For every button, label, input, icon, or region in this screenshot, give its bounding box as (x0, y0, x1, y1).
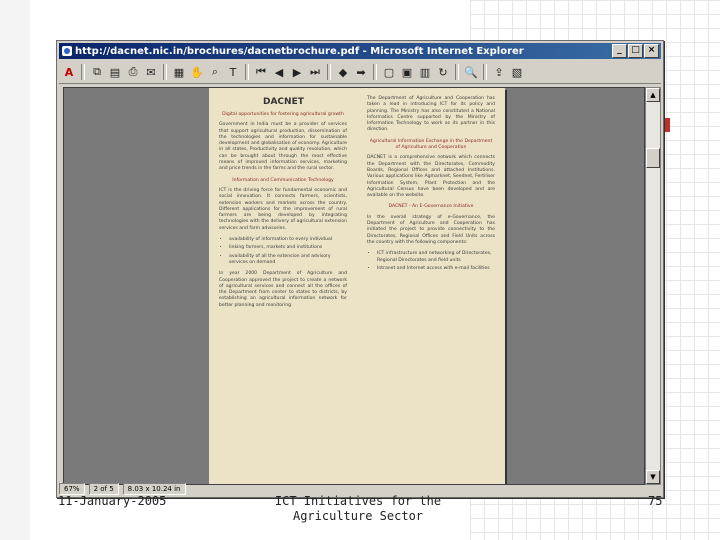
scroll-down-icon[interactable]: ▼ (646, 470, 660, 484)
pdf-page: DACNET Digital opportunities for fosteri… (209, 88, 505, 484)
toolbar-separator (483, 64, 487, 80)
vertical-scrollbar[interactable]: ▲ ▼ (645, 87, 661, 485)
back-icon[interactable]: ◆ (335, 64, 351, 80)
footer-title: ICT Initiatives for the Agriculture Sect… (274, 494, 442, 523)
pdf-bullet-item: Intranet and Internet access with e-mail… (377, 266, 495, 272)
actual-size-icon[interactable]: ▢ (381, 64, 397, 80)
close-button[interactable]: × (644, 44, 659, 58)
minimize-button[interactable]: _ (612, 44, 627, 58)
pdf-paragraph: The Department of Agriculture and Cooper… (367, 96, 495, 133)
next-page-icon[interactable]: ▶ (289, 64, 305, 80)
toolbar-separator (245, 64, 249, 80)
pdf-subtitle: Digital opportunities for fostering agri… (222, 112, 344, 117)
pdf-paragraph: In the overall strategy of e-Governance,… (367, 214, 495, 245)
acrobat-icon[interactable]: A (61, 64, 77, 80)
pdf-paragraph: In year 2000 Department of Agriculture a… (219, 271, 347, 308)
window-title: http://dacnet.nic.in/brochures/dacnetbro… (75, 45, 524, 57)
zoom-tool-icon[interactable]: ⌕ (207, 64, 223, 80)
document-viewport[interactable]: DACNET Digital opportunities for fosteri… (63, 87, 645, 485)
scroll-thumb[interactable] (646, 148, 660, 168)
pdf-paragraph: DACNET is a comprehensive network which … (367, 155, 495, 199)
rotate-icon[interactable]: ↻ (435, 64, 451, 80)
slide-number: 75 (648, 494, 663, 508)
mail-icon[interactable]: ✉ (143, 64, 159, 80)
pdf-title: DACNET (263, 97, 304, 107)
save-icon[interactable]: ▤ (107, 64, 123, 80)
pdf-paragraph: Government in India must be a provider o… (219, 122, 347, 172)
pdf-section-heading: DACNET - An E-Governance Initiative (388, 204, 474, 210)
pdf-bullet-item: availability of all the extension and ad… (229, 254, 347, 267)
text-select-icon[interactable]: T (225, 64, 241, 80)
pdf-toolbar: A ⧉ ▤ ⎙ ✉ ▦ ✋ ⌕ T ⏮ ◀ ▶ ⏭ ◆ ➡ ▢ ▣ ▥ ↻ 🔍 … (59, 61, 661, 84)
first-page-icon[interactable]: ⏮ (253, 64, 269, 80)
print-icon[interactable]: ⎙ (125, 64, 141, 80)
maximize-button[interactable]: □ (628, 44, 643, 58)
pdf-paragraph: ICT is the driving force for fundamental… (219, 187, 347, 231)
pdf-section-heading: Agricultural Information Exchange in the… (369, 138, 493, 151)
pdf-right-column: The Department of Agriculture and Cooper… (367, 96, 495, 277)
forward-icon[interactable]: ➡ (353, 64, 369, 80)
prev-page-icon[interactable]: ◀ (271, 64, 287, 80)
last-page-icon[interactable]: ⏭ (307, 64, 323, 80)
slide-left-bar (0, 0, 30, 540)
pdf-section-heading: Information and Communication Technology (232, 177, 334, 183)
toolbar-separator (373, 64, 377, 80)
pages-icon[interactable]: ▦ (171, 64, 187, 80)
pdf-bullet-item: ICT infrastructure and networking of Dir… (377, 251, 495, 264)
copy-icon[interactable]: ⧉ (89, 64, 105, 80)
ie-window: http://dacnet.nic.in/brochures/dacnetbro… (56, 40, 664, 498)
fit-width-icon[interactable]: ▥ (417, 64, 433, 80)
find-icon[interactable]: 🔍 (463, 64, 479, 80)
toolbar-separator (81, 64, 85, 80)
scroll-up-icon[interactable]: ▲ (646, 88, 660, 102)
settings-icon[interactable]: ▧ (509, 64, 525, 80)
fit-page-icon[interactable]: ▣ (399, 64, 415, 80)
ie-icon (62, 46, 72, 56)
pdf-bullet-item: availability of information to every ind… (229, 237, 347, 243)
toolbar-separator (455, 64, 459, 80)
pdf-bullet-list: availability of information to every ind… (219, 237, 347, 266)
pdf-bullet-list: ICT infrastructure and networking of Dir… (367, 251, 495, 272)
pdf-bullet-item: linking farmers, markets and institution… (229, 245, 347, 251)
title-bar: http://dacnet.nic.in/brochures/dacnetbro… (59, 43, 661, 59)
footer-date: 11-January-2005 (58, 494, 167, 508)
toolbar-separator (163, 64, 167, 80)
pdf-left-column: DACNET Digital opportunities for fosteri… (219, 96, 347, 314)
export-icon[interactable]: ⇪ (491, 64, 507, 80)
hand-tool-icon[interactable]: ✋ (189, 64, 205, 80)
toolbar-separator (327, 64, 331, 80)
